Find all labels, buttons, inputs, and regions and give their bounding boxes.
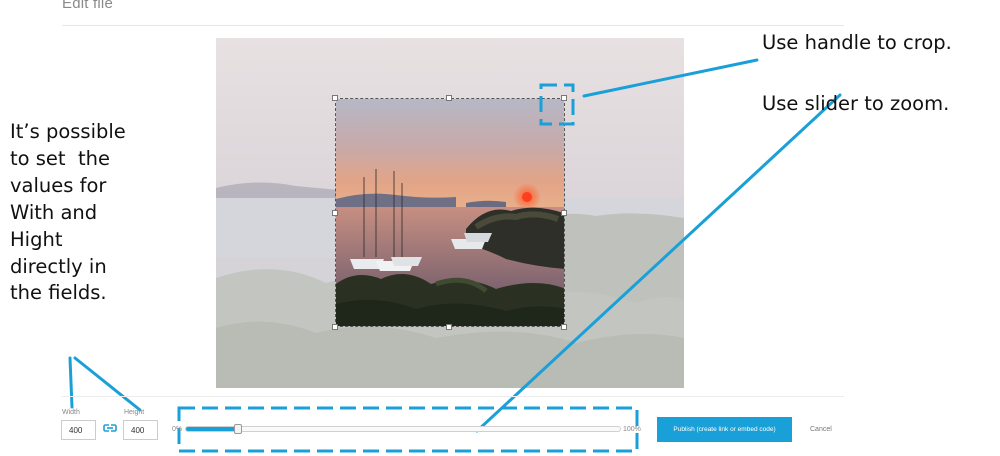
width-field[interactable] <box>61 420 96 440</box>
crop-handle-top-left[interactable] <box>332 95 338 101</box>
fields-annotation-line: to set the <box>10 146 110 170</box>
page-title: Edit file <box>62 0 113 12</box>
crop-handle-bottom-left[interactable] <box>332 324 338 330</box>
fields-annotation-line: values for <box>10 173 107 197</box>
zoom-annotation: Use slider to zoom. <box>762 92 950 115</box>
zoom-slider-track[interactable] <box>185 426 621 432</box>
controls-divider <box>62 396 844 397</box>
link-chain-icon[interactable] <box>103 422 117 438</box>
crop-handle-bottom[interactable] <box>446 324 452 330</box>
crop-handle-top-right[interactable] <box>561 95 567 101</box>
crop-handle-right[interactable] <box>561 210 567 216</box>
crop-handle-bottom-right[interactable] <box>561 324 567 330</box>
cropped-photo <box>336 99 564 326</box>
publish-button[interactable]: Publish (create link or embed code) <box>657 417 792 442</box>
fields-annotation-line: the fields. <box>10 281 107 305</box>
crop-selection[interactable] <box>335 98 565 327</box>
fields-annotation-line: With and <box>10 200 98 224</box>
fields-annotation-line: Hight <box>10 227 63 251</box>
height-label: Height <box>124 409 145 416</box>
header-divider <box>62 25 844 26</box>
crop-handle-top[interactable] <box>446 95 452 101</box>
crop-handle-left[interactable] <box>332 210 338 216</box>
zoom-max-label: 100% <box>623 426 641 433</box>
height-field[interactable] <box>123 420 158 440</box>
crop-annotation: Use handle to crop. <box>762 31 952 54</box>
fields-annotation-line: It’s possible <box>10 120 126 143</box>
zoom-slider-fill <box>186 427 238 431</box>
fields-annotation: It’s possible to set the values for With… <box>10 119 170 307</box>
fields-annotation-line: directly in <box>10 254 107 278</box>
width-label: Width <box>62 409 80 416</box>
zoom-slider-thumb[interactable] <box>234 424 242 434</box>
zoom-min-label: 0% <box>172 426 183 433</box>
cancel-link[interactable]: Cancel <box>810 426 832 433</box>
